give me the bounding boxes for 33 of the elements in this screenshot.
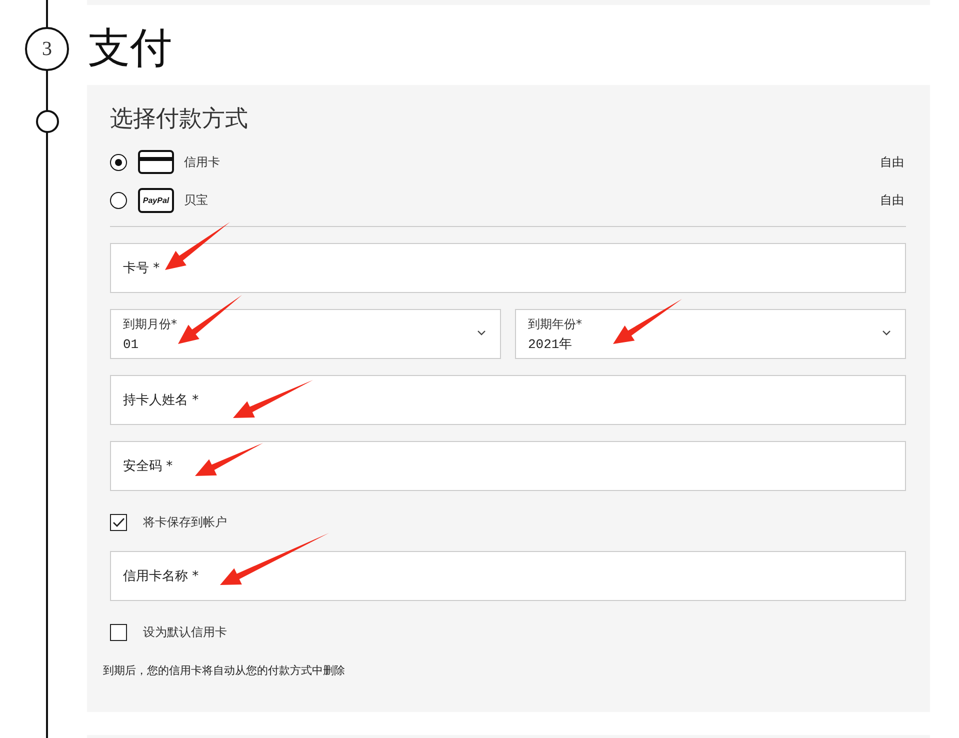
- annotation-arrow: [195, 443, 263, 476]
- select-field[interactable]: 到期月份* 01: [110, 309, 501, 359]
- radio-button[interactable]: [110, 154, 127, 170]
- section-heading: 选择付款方式: [110, 105, 249, 134]
- paypal-logo: PayPal: [138, 188, 174, 212]
- annotation-arrow: [613, 299, 682, 344]
- step-number: 3: [25, 27, 69, 71]
- field-label: 到期月份*: [123, 316, 177, 333]
- radio-button[interactable]: [110, 192, 127, 208]
- annotation-arrow: [178, 295, 242, 344]
- checkbox-label: 设为默认信用卡: [143, 624, 227, 640]
- checkbox[interactable]: [110, 514, 127, 530]
- select-field[interactable]: 到期年份* 2021年: [515, 309, 906, 359]
- input-field[interactable]: 持卡人姓名 *: [110, 375, 906, 425]
- input-field[interactable]: 卡号 *: [110, 243, 906, 293]
- checkbox-label: 将卡保存到帐户: [143, 514, 227, 530]
- credit-card-icon: [138, 150, 174, 174]
- field-value: 01: [123, 336, 139, 354]
- payment-method-label: 贝宝: [184, 192, 209, 208]
- field-label: 到期年份*: [528, 316, 582, 333]
- checkbox[interactable]: [110, 624, 127, 640]
- step-title: 支付: [87, 22, 173, 74]
- field-value: 2021年: [528, 336, 572, 354]
- timeline-node: [36, 110, 58, 133]
- chevron-down-icon: [882, 330, 891, 336]
- price-text: 自由: [880, 154, 904, 170]
- input-field[interactable]: 信用卡名称 *: [110, 551, 906, 601]
- annotation-arrow: [165, 222, 230, 270]
- payment-method-label: 信用卡: [184, 154, 221, 170]
- chevron-down-icon: [477, 330, 486, 336]
- note-text: 到期后，您的信用卡将自动从您的付款方式中删除: [103, 663, 346, 678]
- input-field[interactable]: 安全码 *: [110, 441, 906, 491]
- price-text: 自由: [880, 192, 904, 208]
